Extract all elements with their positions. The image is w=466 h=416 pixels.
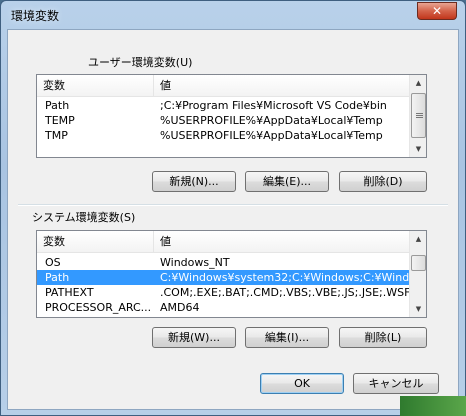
column-header-value[interactable]: 値 — [154, 75, 414, 97]
user-vars-group-label: ユーザー環境変数(U) — [88, 56, 193, 69]
scroll-down-arrow-icon[interactable]: ▼ — [411, 301, 426, 317]
variable-value: Windows_NT — [160, 256, 230, 269]
user-vars-scrollbar[interactable]: ▲ ▼ — [409, 75, 426, 157]
variable-value: .COM;.EXE;.BAT;.CMD;.VBS;.VBE;.JS;.JSE;.… — [160, 286, 410, 299]
desktop-background — [400, 396, 466, 416]
variable-name: TMP — [45, 129, 68, 142]
close-button[interactable]: ✕ — [417, 2, 457, 20]
title-bar[interactable]: 環境変数 ✕ — [1, 1, 465, 29]
variable-value: AMD64 — [160, 301, 200, 314]
system-vars-group-label: システム環境変数(S) — [32, 211, 136, 224]
cancel-button[interactable]: キャンセル — [353, 373, 439, 394]
variable-value: C:¥Windows¥system32;C:¥Windows;C:¥Window… — [160, 271, 410, 284]
system-vars-list[interactable]: 変数 値 OS Windows_NT Path C:¥Windows¥syste… — [36, 230, 427, 318]
variable-name: PATHEXT — [45, 286, 94, 299]
system-new-button[interactable]: 新規(W)... — [152, 327, 236, 348]
column-header-variable[interactable]: 変数 — [37, 231, 154, 253]
scroll-down-arrow-icon[interactable]: ▼ — [411, 141, 426, 157]
variable-name: TEMP — [45, 114, 75, 127]
scroll-thumb[interactable] — [411, 255, 426, 271]
list-item-selected[interactable]: Path C:¥Windows¥system32;C:¥Windows;C:¥W… — [37, 270, 410, 285]
window-title: 環境変数 — [11, 9, 60, 23]
variable-value: ;C:¥Program Files¥Microsoft VS Code¥bin — [160, 99, 387, 112]
list-item[interactable]: TMP %USERPROFILE%¥AppData¥Local¥Temp — [37, 128, 409, 143]
variable-name: OS — [45, 256, 61, 269]
scroll-thumb[interactable] — [411, 93, 426, 138]
system-edit-button[interactable]: 編集(I)... — [245, 327, 329, 348]
variable-name: Path — [45, 271, 70, 284]
user-edit-button[interactable]: 編集(E)... — [245, 171, 329, 192]
list-item[interactable]: PROCESSOR_ARC... AMD64 — [37, 300, 409, 315]
list-item[interactable]: Path ;C:¥Program Files¥Microsoft VS Code… — [37, 98, 409, 113]
dialog-client-area: ユーザー環境変数(U) 変数 値 Path ;C:¥Program Files¥… — [7, 29, 459, 410]
user-vars-list[interactable]: 変数 値 Path ;C:¥Program Files¥Microsoft VS… — [36, 74, 427, 158]
environment-variables-dialog: 環境変数 ✕ ユーザー環境変数(U) 変数 値 Path ;C:¥Program… — [0, 0, 466, 416]
scroll-up-arrow-icon[interactable]: ▲ — [411, 231, 426, 247]
list-item[interactable]: OS Windows_NT — [37, 255, 409, 270]
column-header-value[interactable]: 値 — [154, 231, 414, 253]
system-delete-button[interactable]: 削除(L) — [339, 327, 427, 348]
close-icon: ✕ — [431, 4, 443, 18]
column-header-variable[interactable]: 変数 — [37, 75, 154, 97]
user-delete-button[interactable]: 削除(D) — [339, 171, 427, 192]
ok-button[interactable]: OK — [260, 373, 344, 394]
user-vars-list-header: 変数 値 — [37, 75, 409, 97]
group-divider — [18, 204, 448, 206]
variable-name: Path — [45, 99, 70, 112]
variable-value: %USERPROFILE%¥AppData¥Local¥Temp — [160, 129, 383, 142]
user-new-button[interactable]: 新規(N)... — [152, 171, 236, 192]
list-item[interactable]: PATHEXT .COM;.EXE;.BAT;.CMD;.VBS;.VBE;.J… — [37, 285, 410, 300]
variable-value: %USERPROFILE%¥AppData¥Local¥Temp — [160, 114, 383, 127]
variable-name: PROCESSOR_ARC... — [45, 301, 152, 314]
system-vars-scrollbar[interactable]: ▲ ▼ — [409, 231, 426, 317]
system-vars-list-header: 変数 値 — [37, 231, 409, 253]
scroll-up-arrow-icon[interactable]: ▲ — [411, 75, 426, 91]
list-item[interactable]: TEMP %USERPROFILE%¥AppData¥Local¥Temp — [37, 113, 409, 128]
